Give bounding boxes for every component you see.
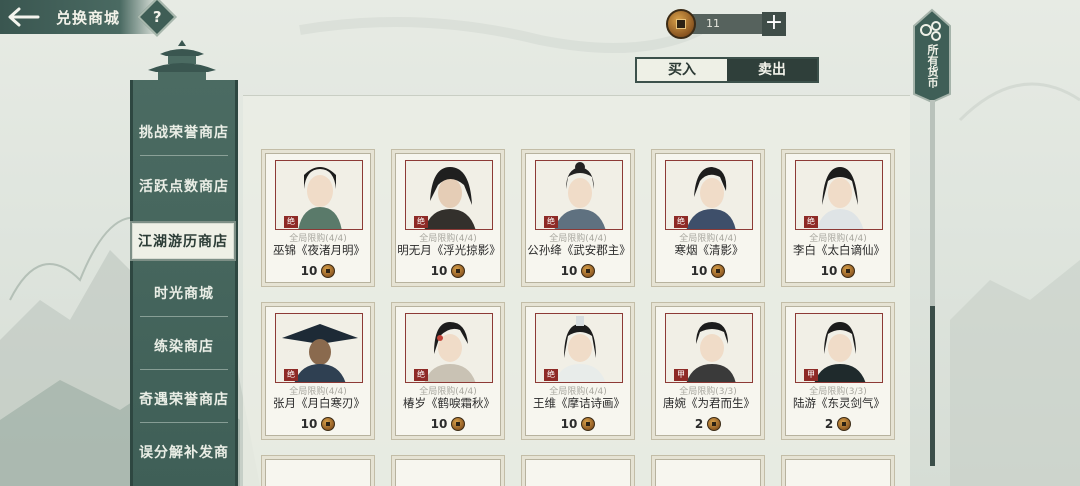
sidebar-item-challenge-honor[interactable]: 挑战荣誉商店 (134, 112, 234, 152)
trade-tabs: 买入 卖出 (635, 57, 819, 83)
coin-icon (707, 417, 722, 431)
sidebar-item-adventure-honor[interactable]: 奇遇荣誉商店 (134, 379, 234, 419)
item-price: 10 (396, 264, 500, 278)
coin-icon (321, 264, 336, 278)
item-price: 2 (656, 417, 760, 431)
sidebar-divider (140, 316, 228, 317)
shop-item-card[interactable]: 绝 全局限购(4/4) 椿岁《鹤唳霜秋》 10 (395, 306, 501, 436)
grade-badge: 绝 (414, 216, 428, 228)
shop-item-card[interactable]: 绝 全局限购(4/4) 张月《月白寒刃》 10 (265, 306, 371, 436)
item-price: 10 (526, 264, 630, 278)
shop-item-card[interactable] (655, 459, 761, 486)
sidebar-divider (140, 155, 228, 156)
shop-item-card[interactable]: 绝 全局限购(4/4) 寒烟《清影》 10 (655, 153, 761, 283)
back-button[interactable] (0, 0, 46, 34)
shop-item-card[interactable] (265, 459, 371, 486)
character-portrait: 绝 (275, 313, 363, 383)
item-price: 10 (396, 417, 500, 431)
tab-buy[interactable]: 买入 (637, 59, 727, 81)
character-portrait: 绝 (535, 160, 623, 230)
character-portrait: 绝 (405, 160, 493, 230)
shop-item-card[interactable]: 绝 全局限购(4/4) 王维《摩诘诗画》 10 (525, 306, 631, 436)
currency-bar: 11 + (666, 9, 786, 39)
grade-badge: 绝 (284, 216, 298, 228)
coin-icon (841, 264, 856, 278)
currency-amount: 11 (690, 14, 764, 34)
coin-icon (451, 417, 466, 431)
help-icon: ? (152, 7, 162, 26)
coin-icon (837, 417, 852, 431)
character-portrait: 绝 (665, 160, 753, 230)
shop-item-card[interactable]: 绝 全局限购(4/4) 李白《太白谪仙》 10 (785, 153, 891, 283)
grade-badge: 绝 (544, 216, 558, 228)
sidebar-divider (140, 422, 228, 423)
coin-icon (451, 264, 466, 278)
item-price: 10 (526, 417, 630, 431)
grade-badge: 绝 (804, 216, 818, 228)
shop-item-card[interactable] (525, 459, 631, 486)
item-price: 10 (786, 264, 890, 278)
character-portrait: 甲 (665, 313, 753, 383)
grade-badge: 绝 (414, 369, 428, 381)
shop-item-card[interactable] (395, 459, 501, 486)
back-arrow-icon (8, 7, 40, 27)
sidebar-item-time[interactable]: 时光商城 (134, 273, 234, 313)
item-name: 明无月《浮光掠影》 (397, 243, 501, 257)
shop-item-card[interactable]: 绝 全局限购(4/4) 公孙绛《武安郡主》 10 (525, 153, 631, 283)
item-name: 陆游《东灵剑气》 (793, 396, 885, 410)
character-portrait: 绝 (795, 160, 883, 230)
coin-icon (666, 9, 696, 39)
item-price: 10 (656, 264, 760, 278)
item-name: 公孙绛《武安郡主》 (527, 243, 631, 257)
coin-icon (581, 264, 596, 278)
character-portrait: 绝 (535, 313, 623, 383)
tab-sell[interactable]: 卖出 (727, 59, 817, 81)
grade-badge: 绝 (674, 216, 688, 228)
shop-item-card[interactable] (785, 459, 891, 486)
sidebar-item-jianghu[interactable]: 江湖游历商店 (130, 221, 236, 261)
item-name: 张月《月白寒刃》 (273, 396, 365, 410)
shop-item-card[interactable]: 甲 全局限购(3/3) 唐婉《为君而生》 2 (655, 306, 761, 436)
item-name: 唐婉《为君而生》 (663, 396, 755, 410)
shop-item-card[interactable]: 绝 全局限购(4/4) 明无月《浮光掠影》 10 (395, 153, 501, 283)
item-price: 2 (786, 417, 890, 431)
character-portrait: 甲 (795, 313, 883, 383)
sidebar-item-dye[interactable]: 练染商店 (134, 326, 234, 366)
item-price: 10 (266, 264, 370, 278)
grade-badge: 甲 (804, 369, 818, 381)
coin-icon (321, 417, 336, 431)
all-currency-label: 所有货币 (926, 44, 939, 88)
character-portrait: 绝 (405, 313, 493, 383)
grade-badge: 绝 (544, 369, 558, 381)
add-currency-button[interactable]: + (762, 12, 786, 36)
coin-icon (581, 417, 596, 431)
grade-badge: 甲 (674, 369, 688, 381)
item-name: 寒烟《清影》 (674, 243, 744, 257)
top-bar: 兑换商城 (0, 0, 160, 34)
sidebar-item-active-points[interactable]: 活跃点数商店 (134, 166, 234, 206)
item-name: 王维《摩诘诗画》 (533, 396, 625, 410)
page-title: 兑换商城 (56, 8, 121, 27)
shop-item-card[interactable]: 绝 全局限购(4/4) 巫锦《夜渚月明》 10 (265, 153, 371, 283)
shop-item-card[interactable]: 甲 全局限购(3/3) 陆游《东灵剑气》 2 (785, 306, 891, 436)
grade-badge: 绝 (284, 369, 298, 381)
item-name: 巫锦《夜渚月明》 (273, 243, 365, 257)
character-portrait: 绝 (275, 160, 363, 230)
item-name: 椿岁《鹤唳霜秋》 (403, 396, 495, 410)
item-price: 10 (266, 417, 370, 431)
sidebar-item-reissue[interactable]: 误分解补发商 (134, 432, 234, 472)
coin-icon (711, 264, 726, 278)
scroll-thumb[interactable] (930, 306, 935, 466)
sidebar-divider (140, 369, 228, 370)
item-name: 李白《太白谪仙》 (793, 243, 885, 257)
